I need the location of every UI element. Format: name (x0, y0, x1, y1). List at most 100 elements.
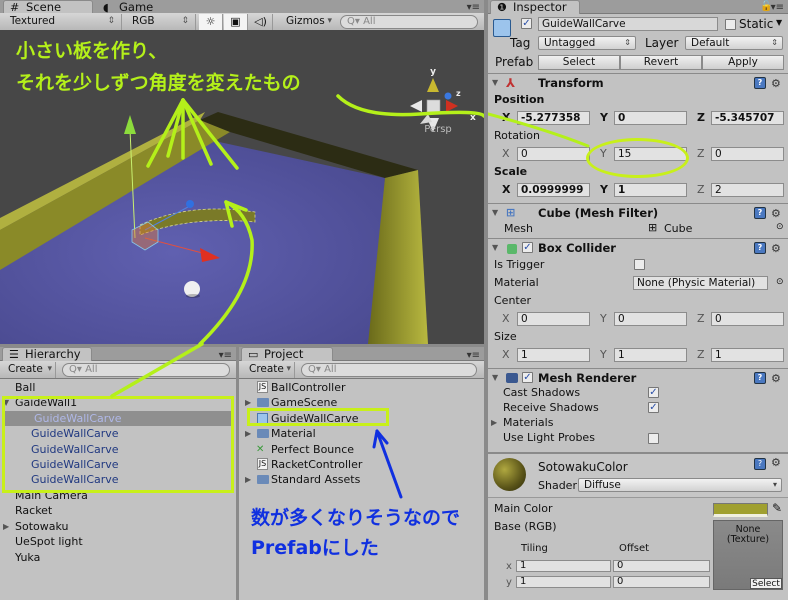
help-icon[interactable]: ? (754, 458, 766, 470)
hierarchy-item-yuka[interactable]: Yuka (0, 550, 236, 565)
tab-hierarchy[interactable]: ☰ Hierarchy (2, 347, 92, 361)
cast-shadows-checkbox[interactable]: ✓ (648, 387, 659, 398)
gizmo-y-arrow (124, 115, 136, 134)
gear-icon[interactable]: ⚙ (771, 456, 781, 469)
object-picker-icon[interactable]: ⊙ (776, 222, 784, 232)
panel-menu-icon[interactable]: ▾≡ (771, 2, 784, 13)
position-y-input[interactable]: 0 (614, 111, 687, 125)
scene-view[interactable]: y z x Persp 小さい板を作り、 それを少しずつ角度を変えたもの (0, 30, 484, 344)
gear-icon[interactable]: ⚙ (771, 205, 781, 223)
audio-toggle[interactable]: ◁) (249, 14, 273, 30)
help-icon[interactable]: ? (754, 77, 766, 89)
main-color-swatch[interactable] (713, 503, 768, 517)
prefab-select-button[interactable]: Select (538, 55, 620, 70)
scale-y-input[interactable]: 1 (614, 183, 687, 197)
help-icon[interactable]: ? (754, 242, 766, 254)
gear-icon[interactable]: ⚙ (771, 370, 781, 388)
box-collider-header[interactable]: ▼ ✓ Box Collider ? ⚙ (488, 239, 788, 257)
center-z-input[interactable]: 0 (711, 312, 784, 326)
scale-x-input[interactable]: 0.0999999 (517, 183, 590, 197)
size-y-input[interactable]: 1 (614, 348, 687, 362)
layer-dropdown[interactable]: Default ⇕ (685, 36, 783, 50)
tab-scene[interactable]: # Scene (3, 0, 93, 14)
offset-y-input[interactable]: 0 (613, 576, 710, 588)
tiling-x-input[interactable]: 1 (516, 560, 611, 572)
lighting-toggle[interactable]: ☼ (199, 14, 223, 30)
collapsed-triangle-icon[interactable]: ▶ (491, 418, 497, 427)
receive-shadows-checkbox[interactable]: ✓ (648, 402, 659, 413)
is-trigger-checkbox[interactable] (634, 259, 645, 270)
transform-header[interactable]: ▼ ⅄ Transform ? ⚙ (488, 74, 788, 92)
collapsed-triangle-icon[interactable]: ▶ (3, 519, 9, 534)
axis-x-label: X (502, 147, 510, 160)
texture-slot[interactable]: None (Texture) Select (713, 520, 783, 590)
active-checkbox[interactable]: ✓ (521, 18, 532, 29)
tag-dropdown[interactable]: Untagged ⇕ (538, 36, 636, 50)
draw-mode-dropdown[interactable]: Textured ⇕ (4, 14, 122, 30)
object-picker-icon[interactable]: ⊙ (776, 277, 784, 287)
eyedropper-icon[interactable]: ✎ (772, 501, 782, 515)
gizmo-z-label: z (456, 89, 461, 98)
shader-dropdown[interactable]: Diffuse ▾ (578, 478, 782, 492)
offset-x-input[interactable]: 0 (613, 560, 710, 572)
mesh-renderer-header[interactable]: ▼ ✓ Mesh Renderer ? ⚙ (488, 369, 788, 387)
skybox-toggle[interactable]: ▣ (224, 14, 248, 30)
scene-search-input[interactable]: Q▾ All (340, 15, 478, 29)
scene-toolbar: Textured ⇕ RGB ⇕ ☼ ▣ ◁) Gizmos ▾ Q▾ All (0, 13, 484, 31)
gear-icon[interactable]: ⚙ (771, 75, 781, 93)
axis-z-label: Z (697, 348, 705, 361)
render-mode-dropdown[interactable]: RGB ⇕ (126, 14, 196, 30)
mesh-renderer-icon (506, 373, 518, 383)
hierarchy-item-racket[interactable]: Racket (0, 503, 236, 518)
object-name-input[interactable]: GuideWallCarve (538, 17, 718, 31)
static-checkbox[interactable] (725, 19, 736, 30)
materials-label[interactable]: Materials (503, 416, 553, 430)
hierarchy-item-sotowaku[interactable]: ▶ Sotowaku (0, 519, 236, 534)
use-light-probes-checkbox[interactable] (648, 433, 659, 444)
mesh-filter-header[interactable]: ▼ ⊞ Cube (Mesh Filter) ? ⚙ (488, 204, 788, 222)
hierarchy-search-input[interactable]: Q▾ All (62, 363, 230, 377)
center-y-input[interactable]: 0 (614, 312, 687, 326)
gizmo-z-arrow (186, 200, 194, 208)
prefab-apply-button[interactable]: Apply (702, 55, 784, 70)
position-z-input[interactable]: -5.345707 (711, 111, 784, 125)
hierarchy-create-dropdown[interactable]: Create ▾ (2, 362, 56, 378)
offset-label: Offset (619, 543, 650, 554)
expanded-triangle-icon[interactable]: ▼ (492, 204, 498, 222)
hierarchy-item-uespot-light[interactable]: UeSpot light (0, 534, 236, 549)
receive-shadows-label: Receive Shadows (503, 401, 599, 414)
gizmos-dropdown[interactable]: Gizmos ▾ (280, 14, 334, 30)
size-z-input[interactable]: 1 (711, 348, 784, 362)
box-collider-enabled-checkbox[interactable]: ✓ (522, 242, 533, 253)
gear-icon[interactable]: ⚙ (771, 240, 781, 258)
hierarchy-item-ball[interactable]: Ball (0, 380, 236, 395)
panel-menu-icon[interactable]: ▾≡ (467, 2, 480, 13)
texture-select-button[interactable]: Select (750, 578, 782, 589)
prefab-revert-button[interactable]: Revert (620, 55, 702, 70)
annotation-prefab-line2: Prefabにした (251, 537, 379, 559)
panel-menu-icon[interactable]: ▾≡ (219, 350, 232, 361)
size-x-input[interactable]: 1 (517, 348, 590, 362)
rotation-x-input[interactable]: 0 (517, 147, 590, 161)
layer-label: Layer (645, 36, 679, 50)
center-x-input[interactable]: 0 (517, 312, 590, 326)
dropdown-arrow-icon: ▾ (772, 480, 777, 489)
position-x-input[interactable]: -5.277358 (517, 111, 590, 125)
tab-game[interactable]: ◖ Game (96, 0, 184, 14)
mesh-value[interactable]: Cube (664, 222, 692, 236)
box-collider-component: ▼ ✓ Box Collider ? ⚙ Is Trigger Material… (488, 238, 788, 368)
static-dropdown-arrow-icon[interactable]: ▼ (776, 18, 782, 27)
expanded-triangle-icon[interactable]: ▼ (492, 74, 498, 92)
tab-inspector[interactable]: ❶ Inspector (490, 0, 580, 14)
expanded-triangle-icon[interactable]: ▼ (492, 369, 498, 387)
scale-z-input[interactable]: 2 (711, 183, 784, 197)
mesh-renderer-enabled-checkbox[interactable]: ✓ (522, 372, 533, 383)
item-label: Racket (15, 504, 53, 518)
rotation-z-input[interactable]: 0 (711, 147, 784, 161)
help-icon[interactable]: ? (754, 207, 766, 219)
collider-material-field[interactable]: None (Physic Material) (633, 276, 768, 290)
help-icon[interactable]: ? (754, 372, 766, 384)
tiling-y-input[interactable]: 1 (516, 576, 611, 588)
hierarchy-search-placeholder: All (85, 364, 98, 375)
expanded-triangle-icon[interactable]: ▼ (492, 239, 498, 257)
